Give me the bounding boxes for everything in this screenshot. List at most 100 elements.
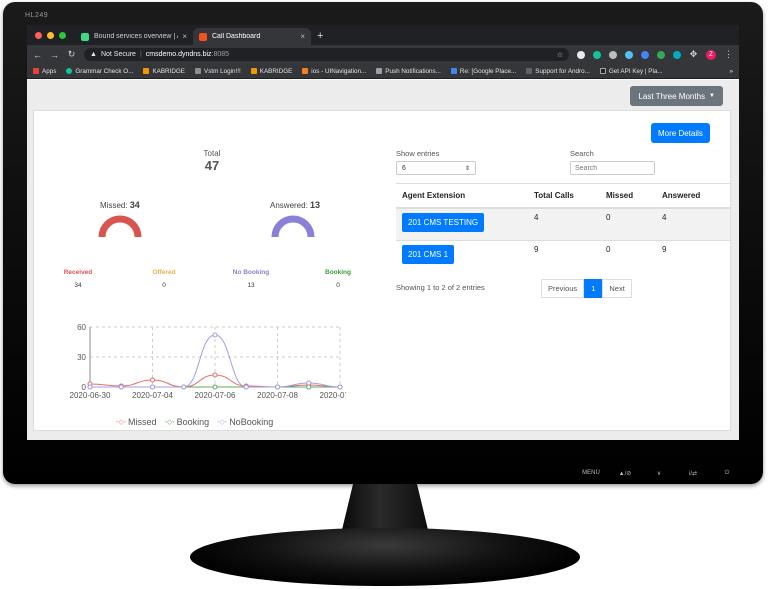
search-label: Search — [570, 149, 594, 158]
bookmark-support-android[interactable]: Support for Andro... — [526, 68, 590, 75]
extension-button-201-cms-1[interactable]: 201 CMS 1 — [402, 245, 455, 264]
close-icon[interactable]: × — [300, 32, 305, 41]
table-row: 201 CMS 1 9 0 9 — [396, 240, 730, 274]
missed-gauge — [98, 215, 142, 238]
data-point-booking — [212, 384, 218, 390]
extension-icon[interactable] — [609, 50, 617, 59]
col-total-calls[interactable]: Total Calls — [528, 183, 600, 209]
search-input[interactable] — [570, 161, 655, 175]
page-icon — [376, 68, 383, 74]
forward-icon[interactable]: → — [50, 50, 59, 60]
bookmark-kabridge-2[interactable]: KABRIDGE — [250, 68, 292, 75]
extension-icon[interactable] — [657, 50, 665, 59]
legend-label: Booking — [176, 417, 210, 427]
series-line-nobooking — [90, 334, 341, 388]
extension-icon[interactable] — [625, 50, 633, 59]
close-window-button[interactable] — [35, 32, 42, 39]
kabridge-icon — [250, 68, 257, 74]
tab-bound-services[interactable]: Bound services overview | An × — [75, 28, 193, 45]
entries-select[interactable]: 6 ⇕ — [396, 161, 476, 175]
shield-icon[interactable] — [641, 50, 649, 59]
screen: Bound services overview | An × Call Dash… — [27, 25, 739, 440]
col-missed[interactable]: Missed — [600, 183, 656, 209]
bookmark-kabridge[interactable]: KABRIDGE — [143, 68, 185, 75]
col-answered[interactable]: Answered — [656, 183, 730, 209]
window-controls — [35, 32, 66, 39]
stat-nobooking-label: No Booking — [232, 269, 270, 276]
mail-icon — [450, 68, 457, 74]
chart-legend: -◇- Missed -◇- Booking -◇- NoBooking — [116, 417, 273, 427]
col-agent-extension[interactable]: Agent Extension — [396, 183, 528, 209]
puzzle-icon[interactable]: ✥ — [689, 49, 698, 60]
extension-button-201-cms-testing[interactable]: 201 CMS TESTING — [402, 212, 485, 232]
monitor-down-button[interactable]: ∨ — [648, 470, 670, 477]
kebab-menu-icon[interactable]: ⋮ — [724, 49, 733, 60]
agent-extension-table: Agent Extension Total Calls Missed Answe… — [396, 183, 730, 274]
monitor-buttons: MENU ▲/⊘ ∨ i/⇄ ⏻ — [580, 470, 738, 477]
data-point-nobooking — [337, 384, 343, 390]
security-status: Not Secure — [100, 51, 136, 58]
extension-icon[interactable] — [673, 50, 681, 59]
legend-item-booking[interactable]: -◇- Booking — [165, 417, 210, 427]
bookmarks-bar: Apps Grammar Check O... KABRIDGE Vstm Lo… — [27, 64, 739, 79]
address-bar[interactable]: ▲ Not Secure | cmsdemo.dyndns.biz:8085 ☆ — [84, 48, 569, 61]
bookmark-get-api-key[interactable]: Get API Key | Pla... — [599, 68, 663, 75]
avatar[interactable]: Z — [706, 49, 716, 60]
stat-received-label: Received — [63, 269, 93, 276]
bookmark-google-place[interactable]: Re: [Google Place... — [450, 68, 516, 75]
legend-marker-icon: -◇- — [217, 419, 228, 426]
x-tick-label: 2020-07-04 — [132, 391, 173, 400]
extension-icon[interactable] — [577, 50, 585, 59]
missed-cell: 0 — [600, 207, 656, 241]
address-port: :8085 — [211, 51, 230, 58]
showing-entries-text: Showing 1 to 2 of 2 entries — [396, 283, 485, 292]
stat-nobooking-value: 13 — [247, 282, 255, 289]
pagination-next[interactable]: Next — [602, 279, 632, 298]
minimize-window-button[interactable] — [47, 32, 54, 39]
new-tab-button[interactable]: + — [317, 28, 323, 45]
show-entries-label: Show entries — [396, 149, 440, 158]
bookmark-grammar-check[interactable]: Grammar Check O... — [66, 68, 133, 75]
bookmarks-more-button[interactable]: » — [729, 68, 733, 75]
legend-item-nobooking[interactable]: -◇- NoBooking — [217, 417, 273, 427]
legend-item-missed[interactable]: -◇- Missed — [116, 417, 157, 427]
answered-value: 13 — [310, 200, 321, 210]
x-tick-label: 2020-07-08 — [257, 391, 298, 400]
tab-call-dashboard[interactable]: Call Dashboard × — [193, 28, 311, 45]
monitor-menu-button[interactable]: MENU — [580, 470, 602, 477]
close-icon[interactable]: × — [182, 32, 187, 41]
monitor-up-button[interactable]: ▲/⊘ — [614, 470, 636, 477]
calls-line-chart: 603002020-06-30 2020-07-04 2020-07-06 2020-… — [70, 323, 346, 400]
bookmark-push-notifications[interactable]: Push Notifications... — [376, 68, 441, 75]
pagination-page-1[interactable]: 1 — [584, 279, 603, 298]
address-divider: | — [139, 51, 142, 58]
bookmark-star-icon[interactable]: ☆ — [557, 51, 563, 59]
monitor-power-button[interactable]: ⏻ — [716, 470, 738, 477]
stat-offered-value: 0 — [162, 282, 166, 289]
warning-icon: ▲ — [90, 51, 97, 58]
date-range-dropdown[interactable]: Last Three Months ▼ — [630, 86, 723, 106]
reload-icon[interactable]: ↻ — [67, 49, 76, 60]
bookmark-ios-uinavigation[interactable]: ios - UINavigation... — [302, 68, 366, 75]
monitor-input-button[interactable]: i/⇄ — [682, 470, 704, 477]
maximize-window-button[interactable] — [59, 32, 66, 39]
pagination-previous[interactable]: Previous — [541, 279, 585, 298]
x-tick-label: 2020-07-06 — [195, 391, 236, 400]
browser-tabstrip: Bound services overview | An × Call Dash… — [27, 25, 739, 45]
dashboard-page: Last Three Months ▼ Total 47 Missed: 34 … — [27, 80, 739, 440]
back-icon[interactable]: ← — [33, 50, 42, 60]
stat-offered-label: Offered — [152, 269, 176, 276]
bookmark-vstm-login[interactable]: Vstm Login!!! — [195, 68, 241, 75]
stackoverflow-icon — [302, 68, 309, 74]
total-calls-cell: 4 — [528, 207, 600, 241]
page-icon — [526, 68, 533, 74]
more-details-button[interactable]: More Details — [651, 123, 710, 143]
legend-label: NoBooking — [229, 417, 274, 427]
data-point-nobooking — [181, 384, 187, 390]
bookmark-apps[interactable]: Apps — [33, 68, 56, 75]
grammarly-icon[interactable] — [593, 50, 601, 59]
table-row: 201 CMS TESTING 4 0 4 — [396, 207, 730, 241]
address-host: cmsdemo.dyndns.biz — [145, 51, 212, 58]
tab-title: Call Dashboard — [212, 33, 261, 40]
total-label: Total — [203, 149, 221, 158]
